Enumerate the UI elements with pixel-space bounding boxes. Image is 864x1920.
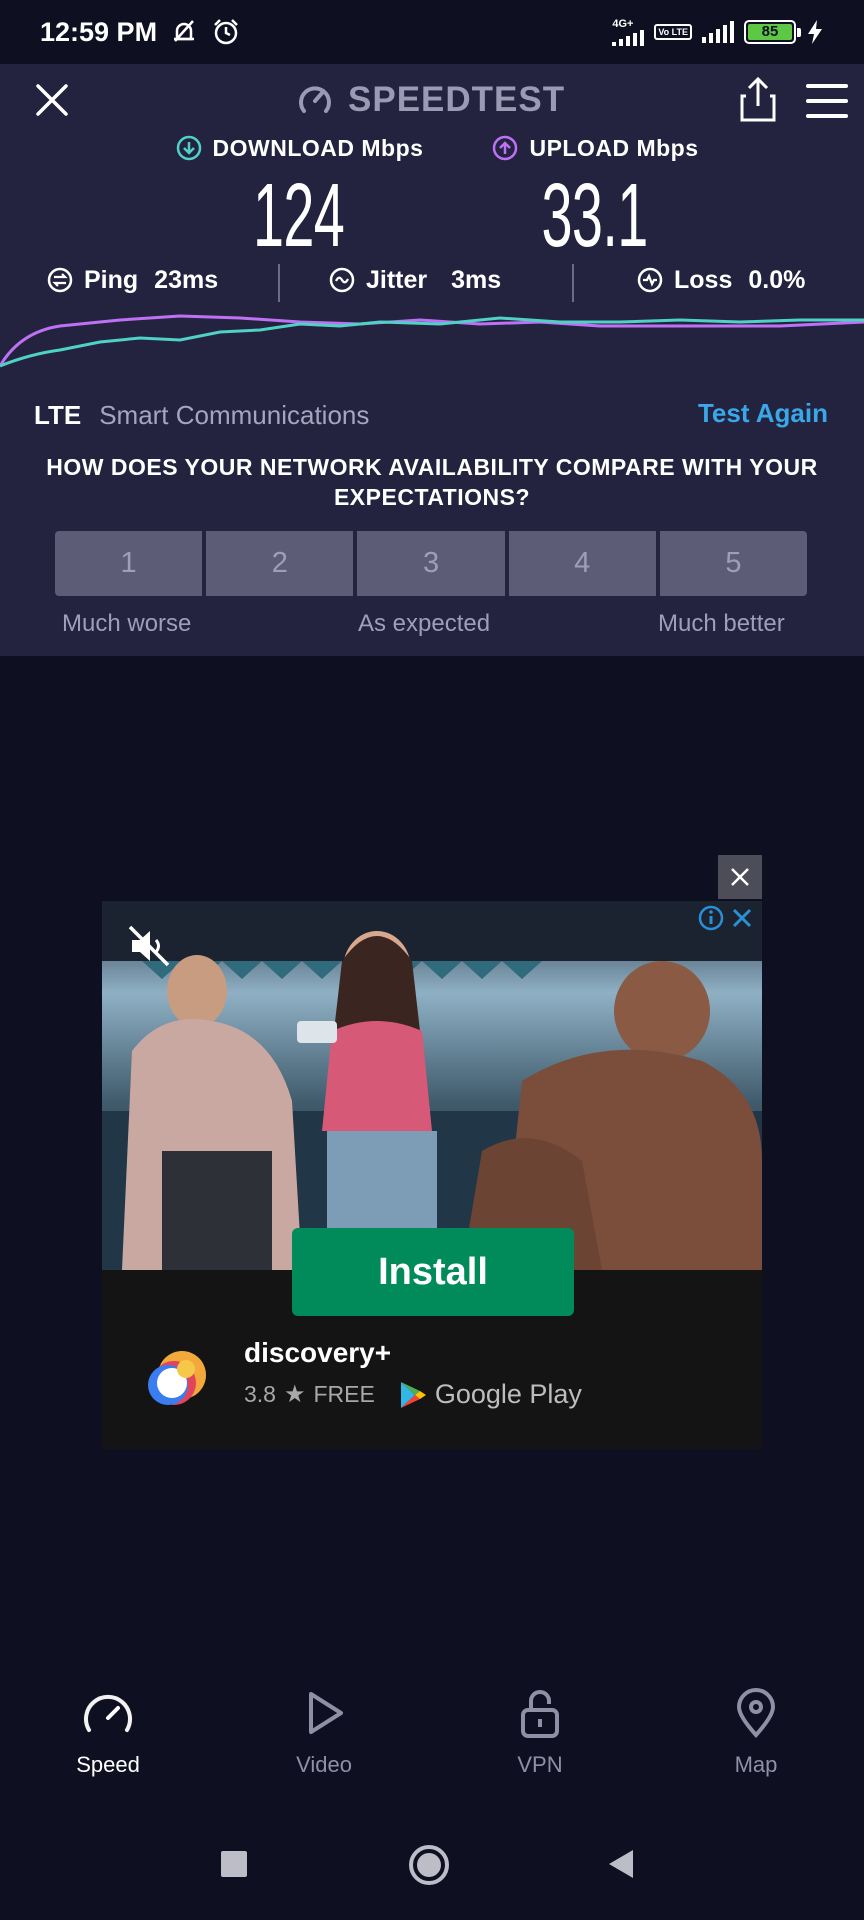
- nav-item-video[interactable]: Video: [244, 1688, 404, 1778]
- ad-info-controls: [698, 905, 754, 931]
- star-icon: ★: [283, 1381, 306, 1408]
- share-icon: [740, 76, 776, 122]
- rating-option-3[interactable]: 3: [357, 531, 505, 596]
- network-type: 4G+: [612, 17, 634, 30]
- speedometer-logo-icon: [299, 86, 331, 113]
- close-icon: [731, 868, 749, 886]
- ad-app-name: discovery+: [244, 1337, 392, 1368]
- signal-bars-icon: [612, 29, 645, 46]
- nav-label-speed: Speed: [76, 1752, 140, 1777]
- google-play-label: Google Play: [434, 1379, 582, 1409]
- volte-badge: Vo LTE: [654, 24, 692, 40]
- lock-icon: [521, 1690, 559, 1738]
- ad-banner[interactable]: Install discovery+ 3.8 ★ FREE Google Pla…: [102, 901, 762, 1449]
- ad-video[interactable]: [102, 901, 762, 1270]
- alarm-icon: [214, 19, 238, 45]
- nav-label-video: Video: [296, 1752, 352, 1777]
- google-play-badge: Google Play: [399, 1379, 582, 1410]
- menu-line: [806, 99, 848, 103]
- mute-icon[interactable]: [126, 923, 172, 969]
- rating-scale: 1 2 3 4 5: [55, 531, 808, 596]
- charging-icon: [808, 20, 822, 44]
- ad-app-rating: 3.8: [244, 1381, 276, 1407]
- ping-value: 23ms: [154, 265, 219, 294]
- map-pin-icon: [736, 1688, 776, 1738]
- info-icon[interactable]: [698, 905, 724, 931]
- rating-option-4[interactable]: 4: [508, 531, 656, 596]
- install-button[interactable]: Install: [292, 1228, 574, 1316]
- jitter-icon: [329, 267, 355, 293]
- download-label: DOWNLOAD Mbps: [212, 134, 424, 161]
- ad-close-button[interactable]: [718, 855, 762, 899]
- nav-label-vpn: VPN: [517, 1752, 563, 1777]
- status-bar: 12:59 PM 4G+ Vo LTE 85: [0, 0, 864, 64]
- rating-label-high: Much better: [658, 610, 785, 637]
- play-icon: [309, 1692, 343, 1734]
- jitter-stat: Jitter 3ms: [328, 260, 501, 300]
- speedometer-icon: [83, 1694, 133, 1733]
- ad-app-meta: 3.8 ★ FREE Google Play: [244, 1379, 582, 1410]
- rating-option-5[interactable]: 5: [659, 531, 808, 596]
- upload-arrow-icon: [493, 135, 518, 161]
- nav-item-vpn[interactable]: VPN: [460, 1688, 620, 1778]
- ping-label: Ping: [84, 265, 139, 294]
- share-button[interactable]: [736, 76, 780, 124]
- nav-label-map: Map: [734, 1752, 778, 1777]
- rating-label-low: Much worse: [62, 610, 192, 637]
- download-metric: DOWNLOAD Mbps 124: [166, 134, 432, 266]
- speedtest-screen: 12:59 PM 4G+ Vo LTE 85 SPEEDTEST DOWNLOA…: [0, 0, 864, 1920]
- test-again-button[interactable]: Test Again: [698, 398, 828, 429]
- app-title: SPEEDTEST: [348, 80, 566, 119]
- ad-app-price: FREE: [313, 1381, 375, 1407]
- stat-divider: [572, 264, 574, 302]
- nav-item-map[interactable]: Map: [676, 1688, 836, 1778]
- download-arrow-icon: [176, 135, 201, 161]
- carrier-name: Smart Communications: [99, 400, 370, 430]
- menu-line: [806, 84, 848, 88]
- jitter-value: 3ms: [451, 265, 502, 294]
- jitter-label: Jitter: [366, 265, 428, 294]
- download-value: 124: [253, 166, 345, 266]
- loss-stat: Loss 0.0%: [636, 260, 805, 300]
- menu-line: [806, 114, 848, 118]
- survey-question: HOW DOES YOUR NETWORK AVAILABILITY COMPA…: [46, 454, 818, 510]
- ping-icon: [47, 267, 73, 293]
- loss-label: Loss: [674, 265, 733, 294]
- app-brand: SPEEDTEST: [296, 80, 565, 120]
- speed-graph: [0, 314, 864, 368]
- notifications-muted-icon: [174, 20, 195, 42]
- rating-option-1[interactable]: 1: [55, 531, 203, 596]
- bottom-navigation: Speed Video VPN Map: [0, 1688, 864, 1798]
- ping-stat: Ping 23ms: [46, 260, 218, 300]
- nav-item-speed[interactable]: Speed: [28, 1688, 188, 1778]
- battery-icon: 85: [744, 20, 801, 44]
- google-play-icon: [400, 1381, 426, 1408]
- stat-divider: [278, 264, 280, 302]
- close-icon: [36, 84, 68, 116]
- menu-button[interactable]: [806, 84, 848, 118]
- battery-level: 85: [748, 24, 792, 40]
- upload-metric: UPLOAD Mbps 33.1: [480, 134, 710, 266]
- connection-type: LTE: [34, 400, 82, 430]
- connection-info: LTE Smart Communications: [34, 400, 369, 431]
- status-time: 12:59 PM: [40, 16, 158, 47]
- loss-value: 0.0%: [748, 265, 806, 294]
- rating-label-mid: As expected: [358, 610, 491, 637]
- top-bar: SPEEDTEST: [0, 64, 864, 134]
- ad-video-scene: [102, 901, 762, 1270]
- discovery-plus-logo-icon: [148, 1351, 206, 1405]
- upload-value: 33.1: [541, 166, 649, 266]
- home-button[interactable]: [408, 1844, 450, 1886]
- signal-bars-icon-2: [702, 21, 734, 43]
- close-button[interactable]: [30, 78, 74, 122]
- rating-option-2[interactable]: 2: [206, 531, 354, 596]
- upload-label: UPLOAD Mbps: [529, 134, 699, 161]
- system-navigation-bar: [0, 1830, 864, 1910]
- recent-apps-button[interactable]: [220, 1850, 248, 1878]
- speedtest-panel: SPEEDTEST DOWNLOAD Mbps 124 UPLOAD Mbps …: [0, 64, 864, 656]
- back-button[interactable]: [606, 1848, 636, 1880]
- network-indicator: 4G+: [612, 17, 645, 46]
- ad-close-x-icon[interactable]: [730, 906, 754, 930]
- loss-icon: [637, 267, 663, 293]
